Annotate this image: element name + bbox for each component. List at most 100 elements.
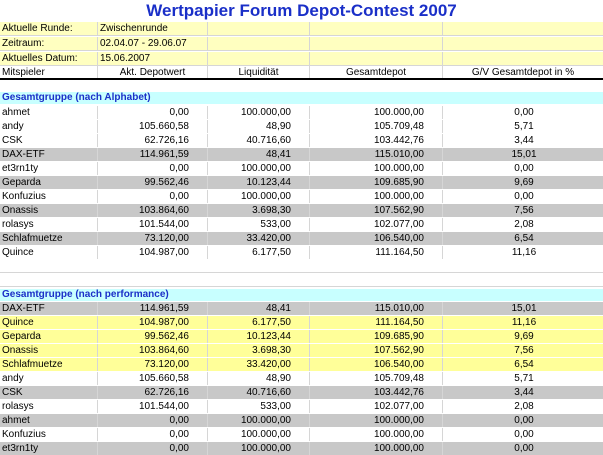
total-depot-cell[interactable]: 111.164,50 [310,316,443,329]
total-depot-cell[interactable]: 100.000,00 [310,414,443,427]
total-depot-cell[interactable]: 115.010,00 [310,148,443,161]
depot-value-cell[interactable]: 0,00 [98,190,208,203]
gain-loss-cell[interactable]: 6,54 [443,232,603,245]
empty-cell[interactable] [443,52,603,65]
column-header[interactable]: Gesamtdepot [310,66,443,78]
gain-loss-cell[interactable]: 7,56 [443,344,603,357]
gain-loss-cell[interactable]: 0,00 [443,428,603,441]
depot-value-cell[interactable]: 73.120,00 [98,358,208,371]
empty-cell[interactable] [310,22,443,35]
gain-loss-cell[interactable]: 0,00 [443,414,603,427]
player-cell[interactable]: Onassis [0,344,98,357]
gain-loss-cell[interactable]: 0,00 [443,190,603,203]
empty-cell[interactable] [208,52,310,65]
gain-loss-cell[interactable]: 15,01 [443,302,603,315]
gain-loss-cell[interactable]: 5,71 [443,372,603,385]
gain-loss-cell[interactable]: 7,56 [443,204,603,217]
player-cell[interactable]: DAX-ETF [0,148,98,161]
liquidity-cell[interactable]: 3.698,30 [208,344,310,357]
empty-cell[interactable] [310,52,443,65]
total-depot-cell[interactable]: 100.000,00 [310,428,443,441]
gain-loss-cell[interactable]: 9,69 [443,176,603,189]
gain-loss-cell[interactable]: 2,08 [443,218,603,231]
empty-row[interactable] [0,274,603,287]
total-depot-cell[interactable]: 106.540,00 [310,358,443,371]
depot-value-cell[interactable]: 0,00 [98,414,208,427]
liquidity-cell[interactable]: 100.000,00 [208,106,310,119]
total-depot-cell[interactable]: 102.077,00 [310,218,443,231]
total-depot-cell[interactable]: 105.709,48 [310,372,443,385]
player-cell[interactable]: DAX-ETF [0,302,98,315]
gain-loss-cell[interactable]: 3,44 [443,134,603,147]
player-cell[interactable]: Konfuzius [0,428,98,441]
depot-value-cell[interactable]: 0,00 [98,428,208,441]
empty-cell[interactable] [443,22,603,35]
liquidity-cell[interactable]: 33.420,00 [208,358,310,371]
player-cell[interactable]: Schlafmuetze [0,358,98,371]
info-value[interactable]: Zwischenrunde [98,22,208,35]
total-depot-cell[interactable]: 100.000,00 [310,190,443,203]
liquidity-cell[interactable]: 40.716,60 [208,134,310,147]
total-depot-cell[interactable]: 103.442,76 [310,386,443,399]
depot-value-cell[interactable]: 103.864,60 [98,204,208,217]
liquidity-cell[interactable]: 100.000,00 [208,442,310,455]
total-depot-cell[interactable]: 100.000,00 [310,442,443,455]
liquidity-cell[interactable]: 6.177,50 [208,316,310,329]
gain-loss-cell[interactable]: 6,54 [443,358,603,371]
depot-value-cell[interactable]: 62.726,16 [98,134,208,147]
info-value[interactable]: 15.06.2007 [98,52,208,65]
depot-value-cell[interactable]: 0,00 [98,162,208,175]
liquidity-cell[interactable]: 33.420,00 [208,232,310,245]
gain-loss-cell[interactable]: 11,16 [443,246,603,259]
gain-loss-cell[interactable]: 5,71 [443,120,603,133]
depot-value-cell[interactable]: 101.544,00 [98,400,208,413]
liquidity-cell[interactable]: 48,41 [208,302,310,315]
player-cell[interactable]: Quince [0,316,98,329]
section-title[interactable]: Gesamtgruppe (nach performance) [0,289,603,301]
info-label[interactable]: Aktuelle Runde: [0,22,98,35]
depot-value-cell[interactable]: 73.120,00 [98,232,208,245]
liquidity-cell[interactable]: 100.000,00 [208,414,310,427]
depot-value-cell[interactable]: 114.961,59 [98,148,208,161]
total-depot-cell[interactable]: 109.685,90 [310,330,443,343]
total-depot-cell[interactable]: 105.709,48 [310,120,443,133]
total-depot-cell[interactable]: 107.562,90 [310,204,443,217]
liquidity-cell[interactable]: 3.698,30 [208,204,310,217]
column-header[interactable]: Mitspieler [0,66,98,78]
player-cell[interactable]: rolasys [0,218,98,231]
depot-value-cell[interactable]: 104.987,00 [98,316,208,329]
total-depot-cell[interactable]: 103.442,76 [310,134,443,147]
liquidity-cell[interactable]: 100.000,00 [208,162,310,175]
gain-loss-cell[interactable]: 3,44 [443,386,603,399]
gain-loss-cell[interactable]: 15,01 [443,148,603,161]
total-depot-cell[interactable]: 107.562,90 [310,344,443,357]
liquidity-cell[interactable]: 10.123,44 [208,330,310,343]
empty-cell[interactable] [208,37,310,50]
liquidity-cell[interactable]: 48,90 [208,120,310,133]
depot-value-cell[interactable]: 104.987,00 [98,246,208,259]
player-cell[interactable]: ahmet [0,414,98,427]
depot-value-cell[interactable]: 101.544,00 [98,218,208,231]
depot-value-cell[interactable]: 103.864,60 [98,344,208,357]
player-cell[interactable]: Onassis [0,204,98,217]
player-cell[interactable]: Geparda [0,176,98,189]
total-depot-cell[interactable]: 111.164,50 [310,246,443,259]
gain-loss-cell[interactable]: 9,69 [443,330,603,343]
liquidity-cell[interactable]: 6.177,50 [208,246,310,259]
empty-cell[interactable] [208,22,310,35]
empty-cell[interactable] [443,37,603,50]
player-cell[interactable]: Quince [0,246,98,259]
liquidity-cell[interactable]: 48,41 [208,148,310,161]
liquidity-cell[interactable]: 100.000,00 [208,428,310,441]
player-cell[interactable]: et3rn1ty [0,162,98,175]
depot-value-cell[interactable]: 105.660,58 [98,120,208,133]
section-title[interactable]: Gesamtgruppe (nach Alphabet) [0,92,603,104]
depot-value-cell[interactable]: 99.562,46 [98,330,208,343]
total-depot-cell[interactable]: 109.685,90 [310,176,443,189]
depot-value-cell[interactable]: 105.660,58 [98,372,208,385]
depot-value-cell[interactable]: 0,00 [98,106,208,119]
gain-loss-cell[interactable]: 0,00 [443,106,603,119]
liquidity-cell[interactable]: 48,90 [208,372,310,385]
column-header[interactable]: Liquidität [208,66,310,78]
empty-row[interactable] [0,260,603,273]
